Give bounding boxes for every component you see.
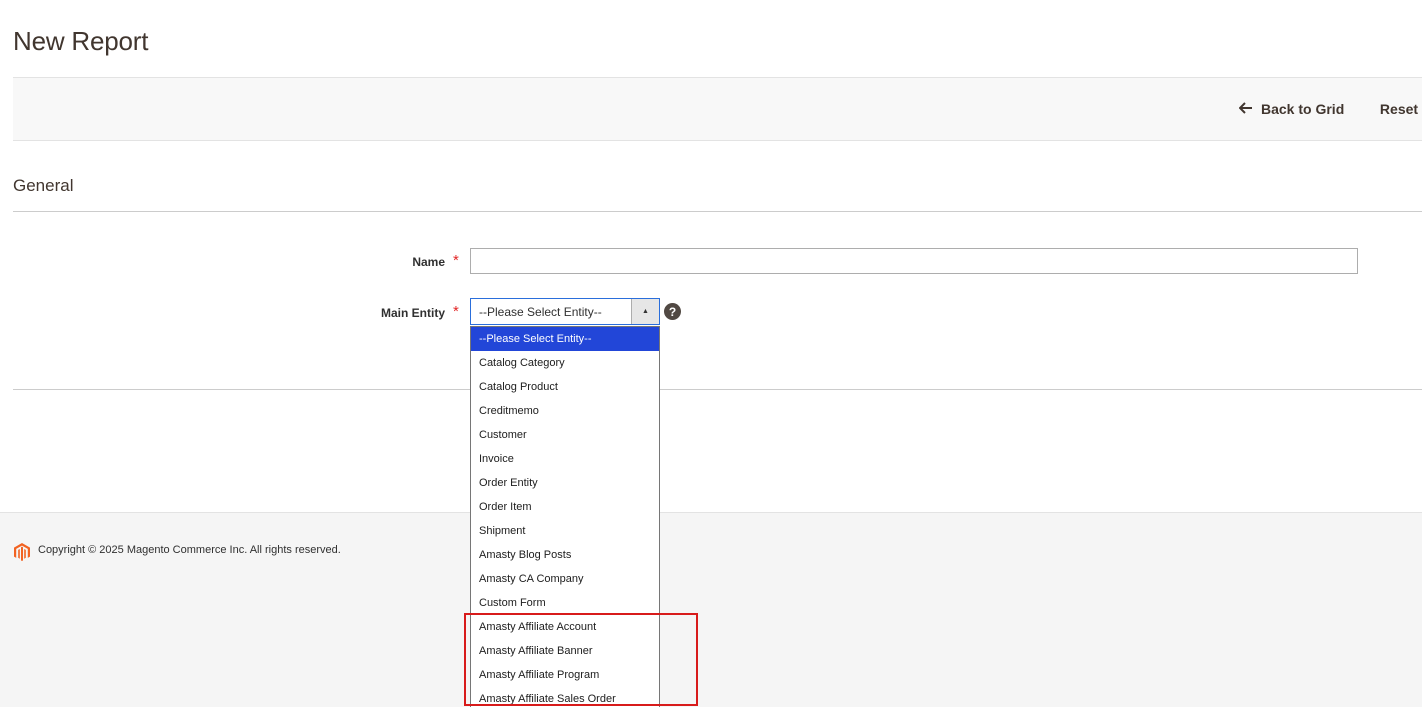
copyright-text: Copyright © 2025 Magento Commerce Inc. A… [38, 544, 341, 556]
dropdown-option[interactable]: --Please Select Entity-- [471, 327, 659, 351]
form-divider [13, 389, 1422, 390]
dropdown-option[interactable]: Amasty Blog Posts [471, 543, 659, 567]
dropdown-option[interactable]: Order Item [471, 495, 659, 519]
dropdown-option[interactable]: Amasty CA Company [471, 567, 659, 591]
main-entity-required-mark: * [453, 303, 459, 320]
dropdown-option[interactable]: Custom Form [471, 591, 659, 615]
page-actions-bar: Back to Grid Reset [13, 77, 1422, 141]
main-entity-dropdown-list: --Please Select Entity-- Catalog Categor… [470, 326, 660, 707]
dropdown-option[interactable]: Amasty Affiliate Program [471, 663, 659, 687]
name-required-mark: * [453, 252, 459, 269]
chevron-up-icon: ▲ [631, 299, 659, 324]
arrow-left-icon [1238, 101, 1253, 117]
magento-logo-icon [14, 543, 30, 561]
main-entity-field-label: Main Entity [380, 306, 445, 320]
help-icon[interactable]: ? [664, 303, 681, 320]
dropdown-option[interactable]: Amasty Affiliate Sales Order [471, 687, 659, 707]
dropdown-option[interactable]: Order Entity [471, 471, 659, 495]
dropdown-option[interactable]: Catalog Category [471, 351, 659, 375]
dropdown-option[interactable]: Creditmemo [471, 399, 659, 423]
main-entity-select[interactable]: --Please Select Entity-- ▲ [470, 298, 660, 325]
main-entity-selected-value: --Please Select Entity-- [479, 305, 602, 319]
section-title: General [13, 176, 74, 195]
dropdown-option[interactable]: Invoice [471, 447, 659, 471]
back-to-grid-button[interactable]: Back to Grid [1227, 78, 1357, 140]
reset-button[interactable]: Reset [1368, 78, 1422, 140]
footer: Copyright © 2025 Magento Commerce Inc. A… [0, 512, 1422, 707]
page-title: New Report [13, 26, 149, 56]
name-field-label: Name [412, 255, 445, 269]
name-input[interactable] [470, 248, 1358, 274]
dropdown-option[interactable]: Customer [471, 423, 659, 447]
section-divider [13, 211, 1422, 212]
dropdown-option[interactable]: Shipment [471, 519, 659, 543]
back-to-grid-label: Back to Grid [1261, 101, 1345, 117]
dropdown-option[interactable]: Amasty Affiliate Banner [471, 639, 659, 663]
dropdown-option[interactable]: Catalog Product [471, 375, 659, 399]
dropdown-option[interactable]: Amasty Affiliate Account [471, 615, 659, 639]
